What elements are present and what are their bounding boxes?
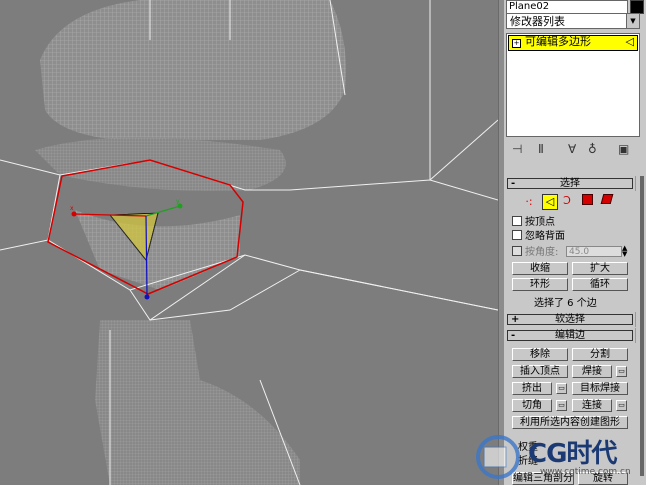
extrude-settings-icon[interactable]: ▭ (556, 383, 567, 394)
expand-icon[interactable]: + (512, 39, 521, 48)
element-mode-icon[interactable] (600, 194, 614, 208)
pin-stack-icon[interactable]: ⊣ (512, 142, 522, 156)
modify-panel: Plane02 修改器列表 ▼ + 可编辑多边形 ◁ ⊣ Ⅱ ∀ ♁ ▣ - 选择 … (504, 0, 646, 485)
modifier-list-dropdown[interactable]: 修改器列表 ▼ (506, 13, 640, 29)
soft-selection-rollout: + 软选择 (505, 312, 636, 327)
edit-edges-rollout: - 编辑边 (505, 328, 636, 343)
spinner-arrows-icon[interactable]: ▲ ▼ (622, 245, 627, 258)
stack-item-label: 可编辑多边形 (525, 35, 591, 48)
viewport-scene: x y (0, 0, 498, 485)
extrude-button[interactable]: 挤出 (512, 382, 552, 395)
svg-text:x: x (70, 205, 74, 212)
grow-button[interactable]: 扩大 (572, 262, 628, 275)
show-end-result-icon[interactable]: Ⅱ (538, 142, 544, 156)
chamfer-settings-icon[interactable]: ▭ (556, 400, 567, 411)
connect-button[interactable]: 连接 (572, 399, 612, 412)
ignore-backfacing-label: 忽略背面 (525, 231, 565, 242)
selection-rollout-header[interactable]: - 选择 (507, 178, 633, 189)
make-unique-icon[interactable]: ∀ (568, 142, 576, 156)
split-button[interactable]: 分割 (572, 348, 628, 361)
stack-item-editable-poly[interactable]: + 可编辑多边形 ◁ (508, 35, 638, 51)
watermark: CG时代 www.cgtime.com.cn (470, 425, 646, 485)
border-mode-icon[interactable]: Ɔ (560, 194, 574, 208)
edge-subobject-icon: ◁ (625, 35, 634, 48)
target-weld-button[interactable]: 目标焊接 (572, 382, 628, 395)
selection-status: 选择了 6 个边 (534, 298, 597, 309)
svg-text:y: y (176, 198, 180, 205)
modifier-stack[interactable]: + 可编辑多边形 ◁ (506, 33, 640, 137)
soft-selection-label: 软选择 (555, 314, 585, 325)
insert-vertex-button[interactable]: 插入顶点 (512, 365, 568, 378)
angle-spinner[interactable]: 45.0 (566, 246, 622, 257)
stack-toolbar: ⊣ Ⅱ ∀ ♁ ▣ (506, 140, 640, 160)
watermark-text: CG时代 (528, 439, 617, 469)
mesh-neck-lower (95, 320, 300, 485)
chevron-down-icon[interactable]: ▼ (626, 14, 639, 28)
edge-mode-icon[interactable]: ◁ (542, 194, 558, 210)
watermark-logo-icon (476, 435, 520, 479)
by-angle-checkbox[interactable]: 按角度: (512, 246, 558, 258)
ignore-backfacing-checkbox[interactable]: 忽略背面 (512, 230, 565, 242)
edit-edges-header[interactable]: - 编辑边 (507, 330, 633, 341)
chamfer-button[interactable]: 切角 (512, 399, 552, 412)
ring-button[interactable]: 环形 (512, 278, 568, 291)
connect-settings-icon[interactable]: ▭ (616, 400, 627, 411)
mesh-head (40, 0, 346, 140)
mesh-neck (75, 210, 240, 290)
loop-button[interactable]: 循环 (572, 278, 628, 291)
selection-header-label: 选择 (560, 178, 580, 189)
polygon-mode-icon[interactable] (580, 194, 594, 208)
vertex-mode-icon[interactable]: ·: (522, 195, 536, 209)
by-angle-label: 按角度: (525, 247, 559, 258)
soft-selection-header[interactable]: + 软选择 (507, 314, 633, 325)
configure-modifier-sets-icon[interactable]: ▣ (618, 142, 629, 156)
shrink-button[interactable]: 收缩 (512, 262, 568, 275)
weld-settings-icon[interactable]: ▭ (616, 366, 627, 377)
remove-button[interactable]: 移除 (512, 348, 568, 361)
edit-edges-label: 编辑边 (555, 330, 585, 341)
object-color-swatch[interactable] (630, 0, 644, 14)
object-name-field[interactable]: Plane02 (506, 0, 628, 14)
by-vertex-label: 按顶点 (525, 217, 555, 228)
selection-rollout: - 选择 (505, 176, 636, 191)
mesh-brim (35, 137, 286, 191)
perspective-viewport[interactable]: x y (0, 0, 498, 485)
weld-button[interactable]: 焊接 (572, 365, 612, 378)
angle-value: 45.0 (569, 247, 590, 257)
remove-modifier-icon[interactable]: ♁ (588, 142, 597, 156)
modifier-list-label: 修改器列表 (510, 15, 565, 28)
watermark-url: www.cgtime.com.cn (540, 467, 631, 477)
by-vertex-checkbox[interactable]: 按顶点 (512, 216, 555, 228)
